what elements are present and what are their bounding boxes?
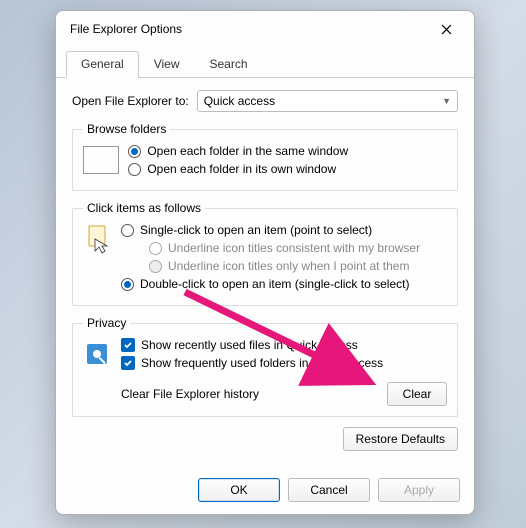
check-frequent-folders[interactable]: Show frequently used folders in Quick ac…	[121, 356, 447, 370]
dialog-title: File Explorer Options	[70, 22, 182, 36]
radio-single-click[interactable]: Single-click to open an item (point to s…	[121, 223, 447, 237]
open-to-row: Open File Explorer to: Quick access ▼	[72, 90, 458, 112]
cursor-file-icon	[83, 223, 113, 257]
radio-icon	[121, 224, 134, 237]
click-items-group: Click items as follows Single-click to o…	[72, 201, 458, 306]
apply-button: Apply	[378, 478, 460, 502]
radio-double-click[interactable]: Double-click to open an item (single-cli…	[121, 277, 447, 291]
clear-button[interactable]: Clear	[387, 382, 447, 406]
ok-button[interactable]: OK	[198, 478, 280, 502]
radio-icon	[128, 145, 141, 158]
cancel-button[interactable]: Cancel	[288, 478, 370, 502]
checkbox-checked-icon	[121, 338, 135, 352]
open-to-value: Quick access	[204, 94, 275, 108]
checkbox-checked-icon	[121, 356, 135, 370]
close-button[interactable]	[426, 16, 466, 42]
check-recent-files[interactable]: Show recently used files in Quick access	[121, 338, 447, 352]
clear-history-label: Clear File Explorer history	[121, 387, 259, 401]
radio-underline-browser: Underline icon titles consistent with my…	[149, 241, 447, 255]
tab-content: Open File Explorer to: Quick access ▼ Br…	[56, 78, 474, 468]
privacy-icon	[83, 338, 113, 372]
dialog-footer: OK Cancel Apply	[56, 468, 474, 514]
privacy-legend: Privacy	[83, 316, 130, 330]
browse-folders-legend: Browse folders	[83, 122, 170, 136]
titlebar: File Explorer Options	[56, 11, 474, 47]
radio-icon	[149, 260, 162, 273]
radio-underline-point: Underline icon titles only when I point …	[149, 259, 447, 273]
radio-icon	[128, 163, 141, 176]
tab-view[interactable]: View	[139, 51, 195, 77]
tab-strip: General View Search	[56, 51, 474, 78]
open-to-label: Open File Explorer to:	[72, 94, 189, 108]
folder-window-icon	[83, 146, 119, 174]
radio-same-window[interactable]: Open each folder in the same window	[128, 144, 348, 158]
close-icon	[441, 24, 452, 35]
open-to-dropdown[interactable]: Quick access ▼	[197, 90, 458, 112]
radio-own-window[interactable]: Open each folder in its own window	[128, 162, 348, 176]
radio-icon	[121, 278, 134, 291]
privacy-group: Privacy Show recently used files in Quic…	[72, 316, 458, 417]
tab-general[interactable]: General	[66, 51, 139, 78]
browse-folders-group: Browse folders Open each folder in the s…	[72, 122, 458, 191]
restore-defaults-button[interactable]: Restore Defaults	[343, 427, 458, 451]
file-explorer-options-dialog: File Explorer Options General View Searc…	[55, 10, 475, 515]
radio-icon	[149, 242, 162, 255]
click-items-legend: Click items as follows	[83, 201, 205, 215]
chevron-down-icon: ▼	[442, 96, 451, 106]
tab-search[interactable]: Search	[195, 51, 263, 77]
